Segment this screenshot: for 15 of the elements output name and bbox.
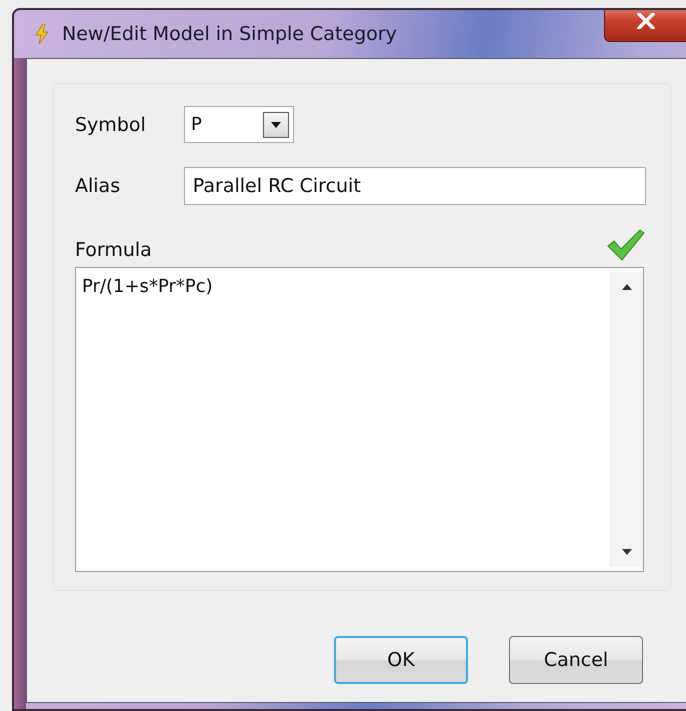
close-button[interactable]	[604, 10, 686, 42]
close-icon	[636, 12, 654, 28]
symbol-label: Symbol	[75, 114, 147, 136]
scrollbar[interactable]	[610, 272, 643, 567]
formula-label: Formula	[75, 239, 153, 261]
formula-textarea[interactable]: Pr/(1+s*Pr*Pc)	[75, 267, 644, 572]
ok-button[interactable]: OK	[334, 636, 468, 684]
symbol-dropdown[interactable]: P	[184, 106, 294, 143]
alias-label: Alias	[75, 175, 122, 197]
lightning-icon	[34, 24, 50, 44]
cancel-button[interactable]: Cancel	[509, 636, 643, 684]
window-title: New/Edit Model in Simple Category	[62, 23, 397, 45]
scroll-up-icon	[622, 284, 632, 290]
scroll-down-icon	[622, 549, 632, 555]
alias-field[interactable]: Parallel RC Circuit	[184, 167, 646, 205]
